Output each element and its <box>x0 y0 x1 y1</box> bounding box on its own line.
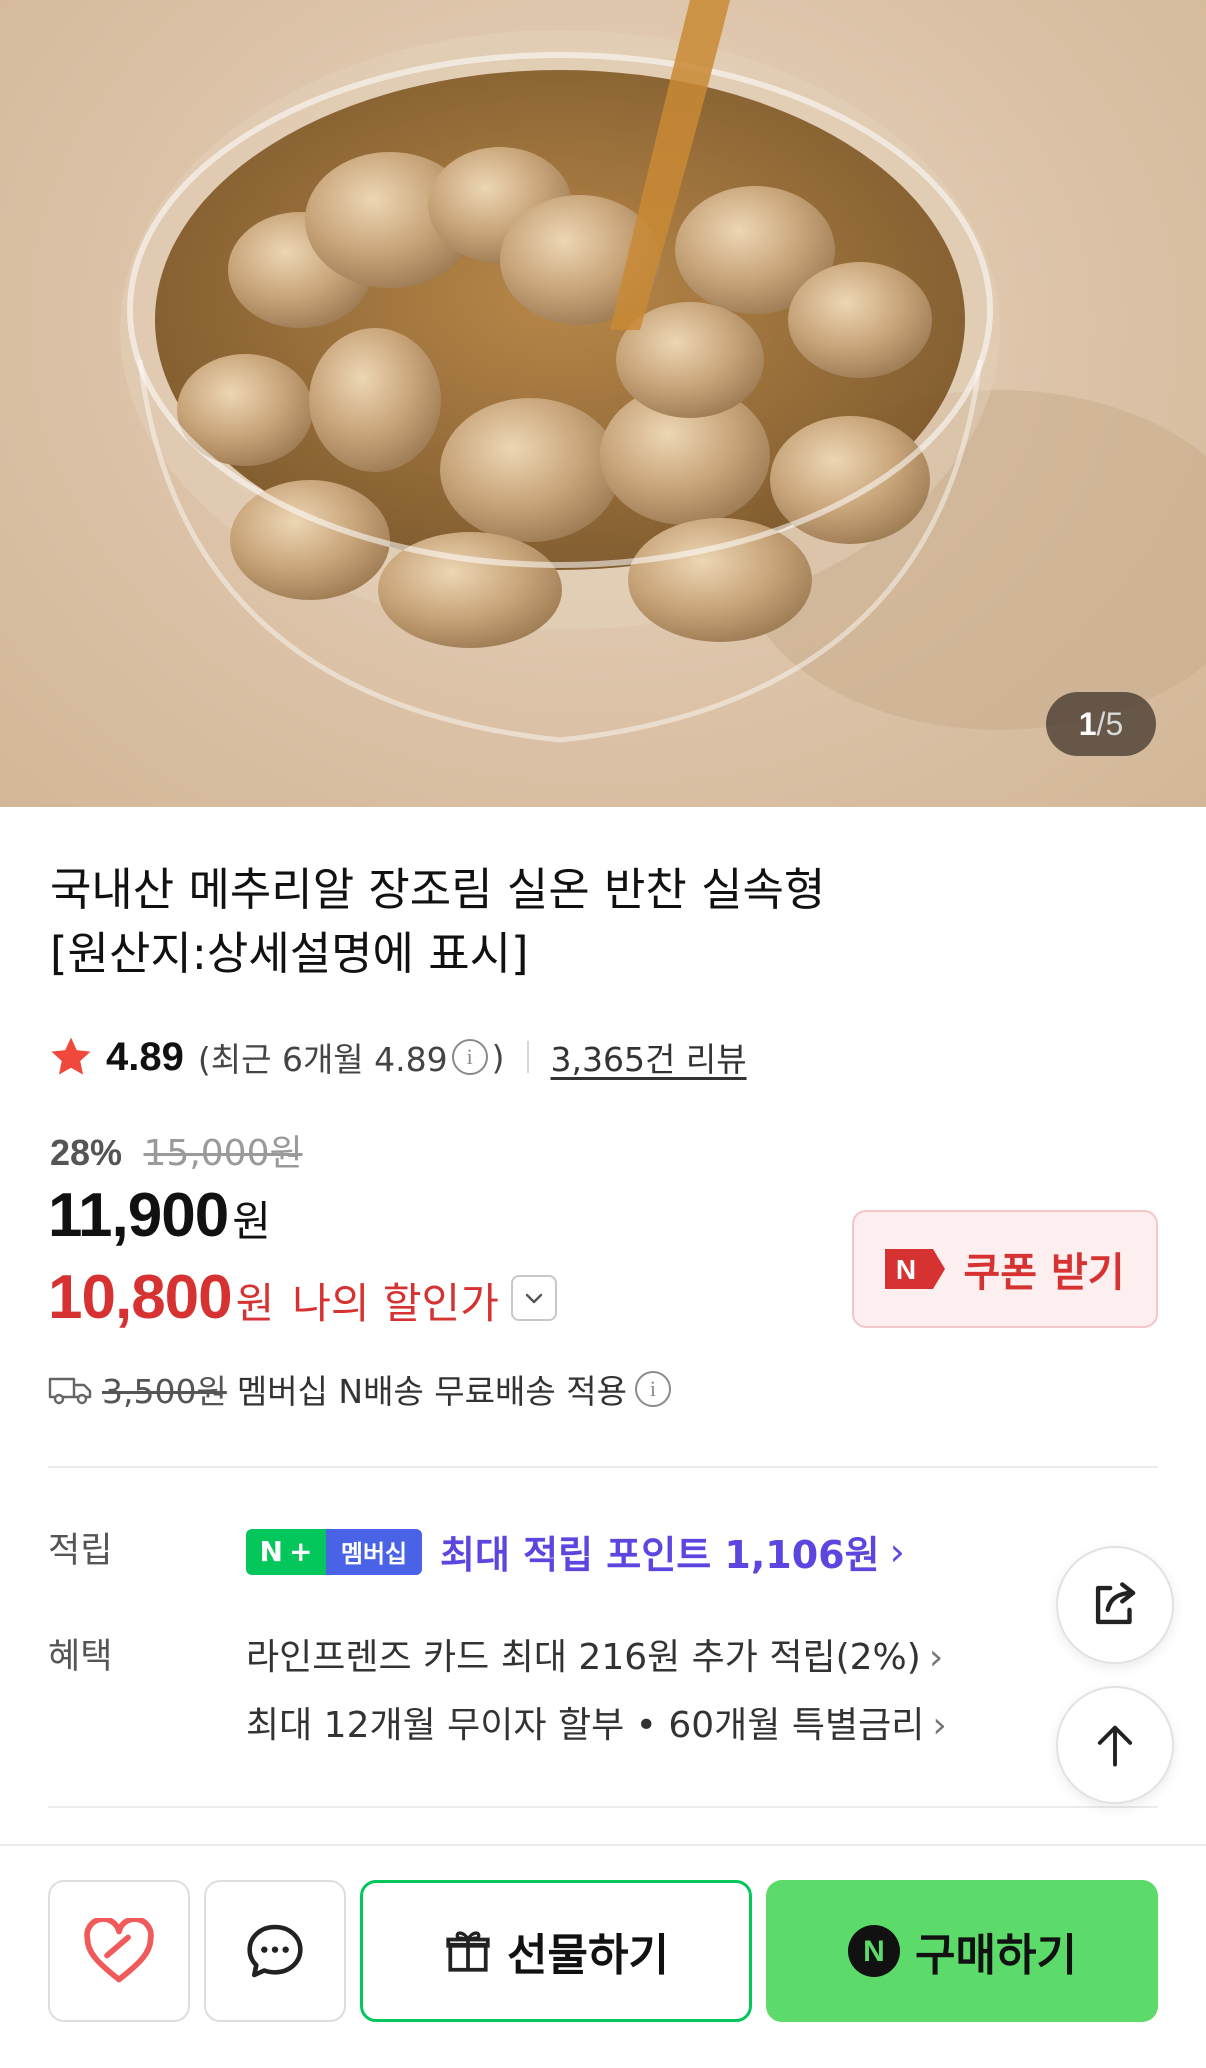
original-price: 15,000원 <box>143 1133 303 1174</box>
my-discount-price[interactable]: 10,800 원 나의 할인가 <box>48 1262 557 1333</box>
chevron-right-icon: › <box>932 1705 947 1746</box>
image-counter: 1 / 5 <box>1046 692 1156 756</box>
bottom-action-bar: 선물하기 N 구매하기 <box>0 1844 1206 2068</box>
recent-rating: (최근 6개월 4.89 i ) <box>198 1033 505 1081</box>
card-benefit-link[interactable]: 라인프렌즈 카드 최대 216원 추가 적립(2%) › <box>246 1628 943 1680</box>
my-price-value: 10,800 <box>48 1263 233 1332</box>
points-row[interactable]: N + 멤버십 최대 적립 포인트 1,106원 › <box>246 1524 905 1579</box>
sale-price: 11,900 원 <box>48 1180 271 1251</box>
chevron-right-icon: › <box>928 1637 944 1678</box>
product-title-line2: [원산지:상세설명에 표시] <box>50 927 529 980</box>
naver-coupon-icon: N <box>885 1249 946 1289</box>
divider <box>526 1041 529 1073</box>
buy-button[interactable]: N 구매하기 <box>766 1880 1158 2022</box>
chevron-right-icon: › <box>889 1529 905 1574</box>
buy-icon-letter: N <box>863 1935 885 1968</box>
naver-plus-badge: N + <box>246 1528 326 1575</box>
chat-icon <box>247 1924 303 1978</box>
badge-plus: + <box>288 1535 313 1568</box>
naver-plus-membership-badge: N + 멤버십 <box>246 1528 422 1575</box>
image-counter-separator: / <box>1096 705 1106 742</box>
recent-rating-close: ) <box>491 1037 505 1077</box>
card-benefit-text: 라인프렌즈 카드 최대 216원 추가 적립(2%) <box>246 1637 921 1678</box>
info-icon[interactable]: i <box>451 1039 488 1075</box>
product-image[interactable]: 1 / 5 <box>0 0 1206 807</box>
discount-row: 28% 15,000원 <box>50 1124 303 1176</box>
my-price-unit: 원 <box>235 1279 275 1328</box>
gift-button-label: 선물하기 <box>507 1930 669 1981</box>
coupon-icon-letter: N <box>896 1254 916 1285</box>
badge-membership: 멤버십 <box>326 1528 422 1575</box>
max-points-text: 최대 적립 포인트 1,106원 <box>440 1533 880 1577</box>
coupon-button-label: 쿠폰 받기 <box>963 1250 1125 1296</box>
delivery-info-icon[interactable]: i <box>634 1371 671 1407</box>
review-count-link[interactable]: 3,365건 리뷰 <box>551 1033 747 1081</box>
image-counter-total: 5 <box>1105 705 1124 742</box>
share-button[interactable] <box>1056 1546 1174 1664</box>
heart-icon <box>84 1918 154 1983</box>
image-counter-current: 1 <box>1078 705 1097 742</box>
sale-price-unit: 원 <box>232 1197 271 1246</box>
naver-pay-icon: N <box>848 1925 901 1977</box>
star-icon <box>51 1037 91 1075</box>
badge-n: N <box>259 1535 283 1568</box>
section-divider <box>48 1466 1158 1468</box>
talk-button[interactable] <box>204 1880 346 2022</box>
section-divider <box>48 1806 1158 1808</box>
truck-icon <box>48 1377 92 1405</box>
installment-benefit-link[interactable]: 최대 12개월 무이자 할부 • 60개월 특별금리 › <box>246 1696 947 1748</box>
delivery-row: 3,500원 멤버십 N배송 무료배송 적용 i <box>48 1364 675 1414</box>
arrow-up-icon <box>1097 1725 1133 1767</box>
points-label: 적립 <box>48 1531 113 1571</box>
product-title-line1: 국내산 메추리알 장조림 실온 반찬 실속형 <box>50 863 826 916</box>
delivery-original-fee: 3,500원 <box>102 1372 227 1411</box>
buy-button-label: 구매하기 <box>915 1930 1077 1981</box>
share-icon <box>1095 1582 1136 1625</box>
quail-eggs-photo <box>120 0 1206 743</box>
gift-icon <box>446 1931 490 1972</box>
rating-row: 4.89 (최근 6개월 4.89 i ) 3,365건 리뷰 <box>48 1030 747 1084</box>
rating-score: 4.89 <box>106 1034 184 1079</box>
perks-label: 혜택 <box>48 1637 113 1677</box>
wishlist-button[interactable] <box>48 1880 190 2022</box>
product-title: 국내산 메추리알 장조림 실온 반찬 실속형 [원산지:상세설명에 표시] <box>50 858 1110 986</box>
scroll-top-button[interactable] <box>1056 1686 1174 1804</box>
gift-button[interactable]: 선물하기 <box>360 1880 752 2022</box>
sale-price-value: 11,900 <box>48 1181 229 1250</box>
discount-percent: 28% <box>50 1132 123 1173</box>
recent-rating-text: (최근 6개월 4.89 <box>197 1040 448 1079</box>
chevron-down-icon[interactable] <box>510 1274 557 1321</box>
my-price-label: 나의 할인가 <box>292 1279 499 1328</box>
installment-benefit-text: 최대 12개월 무이자 할부 • 60개월 특별금리 <box>246 1705 925 1746</box>
delivery-text: 멤버십 N배송 무료배송 적용 <box>236 1372 627 1411</box>
coupon-button[interactable]: N 쿠폰 받기 <box>852 1210 1158 1328</box>
